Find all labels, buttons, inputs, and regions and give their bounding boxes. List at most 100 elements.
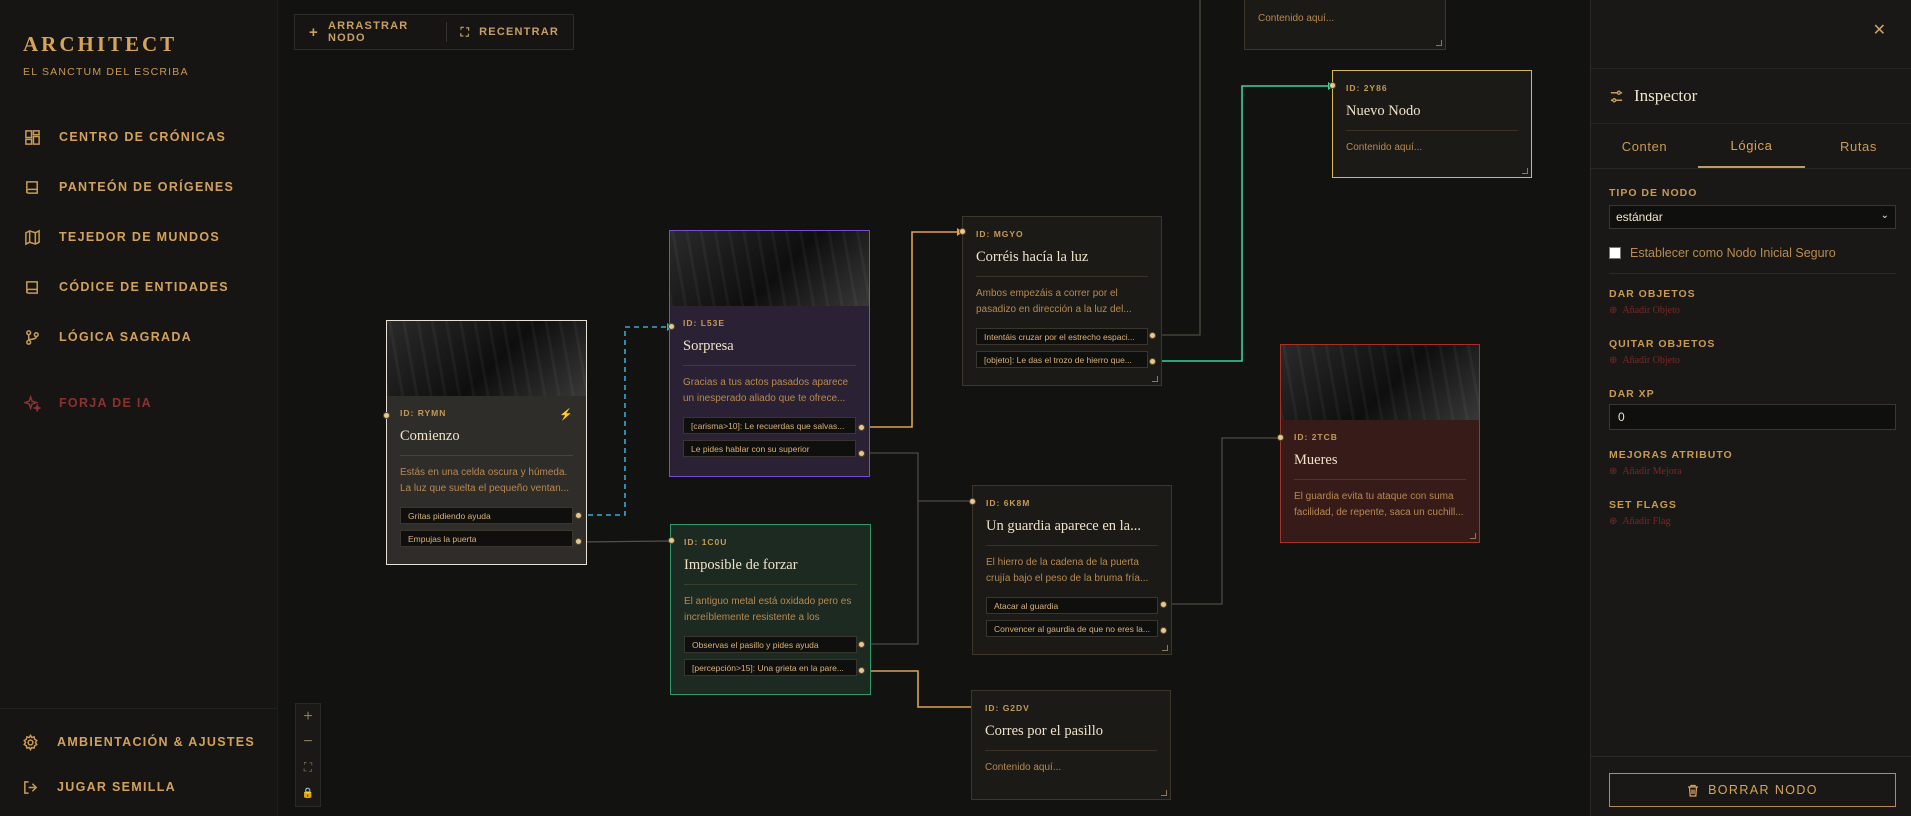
resize-handle[interactable] <box>1522 168 1528 174</box>
sidebar-item-jugar[interactable]: JUGAR SEMILLA <box>22 774 176 800</box>
sidebar-item-logica[interactable]: LÓGICA SAGRADA <box>24 324 192 350</box>
node-option[interactable]: [percepción>15]: Una grieta en la pare..… <box>684 659 857 676</box>
delete-node-button[interactable]: BORRAR NODO <box>1609 773 1896 807</box>
output-port[interactable] <box>575 512 582 519</box>
node-option[interactable]: Intentáis cruzar por el estrecho espaci.… <box>976 328 1148 345</box>
node-id: ID: L53E <box>683 318 726 328</box>
input-port[interactable] <box>959 228 966 235</box>
node-option[interactable]: Convencer al gaurdia de que no eres la..… <box>986 620 1158 637</box>
node-title: Nuevo Nodo <box>1346 103 1518 131</box>
node-id: ID: 2TCB <box>1294 432 1338 442</box>
output-port[interactable] <box>1160 627 1167 634</box>
resize-handle[interactable] <box>1161 790 1167 796</box>
exit-icon <box>24 780 38 794</box>
sidebar-item-tejedor[interactable]: TEJEDOR DE MUNDOS <box>24 224 220 250</box>
resize-handle[interactable] <box>1162 645 1168 651</box>
branch-icon <box>26 329 39 345</box>
node-id: ID: 6K8M <box>986 498 1031 508</box>
lock-button[interactable]: 🔒 <box>302 781 314 805</box>
zoom-out-button[interactable]: − <box>303 730 312 754</box>
node-text: Contenido aquí... <box>985 762 1062 773</box>
recenter-button[interactable]: ⛶ RECENTRAR <box>447 21 573 43</box>
input-port[interactable] <box>969 498 976 505</box>
add-remove-item-button[interactable]: ⊕ Añadir Objeto <box>1609 355 1680 366</box>
node-option[interactable]: Empujas la puerta <box>400 530 573 547</box>
add-label: Añadir Flag <box>1622 516 1671 527</box>
add-flag-button[interactable]: ⊕ Añadir Flag <box>1609 516 1670 527</box>
node-image <box>670 231 869 306</box>
node-option[interactable]: [objeto]: Le das el trozo de hierro que.… <box>976 351 1148 368</box>
output-port[interactable] <box>1149 358 1156 365</box>
xp-input[interactable]: 0 <box>1609 404 1896 430</box>
node-type-select[interactable]: estándar ⌄ <box>1609 205 1896 229</box>
plus-icon: + <box>309 23 319 41</box>
tab-rutas[interactable]: Rutas <box>1805 125 1911 168</box>
resize-handle[interactable] <box>1152 376 1158 382</box>
plus-circle-icon: ⊕ <box>1609 355 1618 366</box>
sidebar-item-panteon[interactable]: PANTEÓN DE ORÍGENES <box>24 174 234 200</box>
tab-contenido[interactable]: Conten <box>1591 125 1698 168</box>
add-attr-button[interactable]: ⊕ Añadir Mejora <box>1609 466 1682 477</box>
input-port[interactable] <box>383 412 390 419</box>
node-mgyo[interactable]: ID: MGYO Corréis hacía la luz Ambos empe… <box>962 216 1162 386</box>
node-text: Estás en una celda oscura y húmeda. La l… <box>400 467 570 494</box>
output-port[interactable] <box>1149 332 1156 339</box>
node-text: Ambos empezáis a correr por el pasadizo … <box>976 288 1132 315</box>
output-port[interactable] <box>858 424 865 431</box>
inspector-header: Inspector <box>1591 68 1911 124</box>
plus-circle-icon: ⊕ <box>1609 305 1618 316</box>
dashboard-icon <box>25 129 40 145</box>
input-port[interactable] <box>668 323 675 330</box>
drag-node-label: ARRASTRAR NODO <box>327 20 409 44</box>
node-1c0u[interactable]: ID: 1C0U Imposible de forzar El antiguo … <box>670 524 871 695</box>
node-id: ID: 1C0U <box>684 537 728 547</box>
book-icon <box>26 280 38 294</box>
add-label: Añadir Objeto <box>1622 355 1680 366</box>
node-top-stub[interactable]: Contenido aquí... <box>1244 0 1446 50</box>
node-option[interactable]: Gritas pidiendo ayuda <box>400 507 573 524</box>
tab-logica[interactable]: Lógica <box>1698 125 1805 168</box>
node-text: El hierro de la cadena de la puerta cruj… <box>986 557 1149 584</box>
magic-wand-icon[interactable]: ⚡ <box>559 408 573 421</box>
sidebar-item-forja[interactable]: FORJA DE IA <box>24 390 152 416</box>
node-l53e[interactable]: ID: L53E Sorpresa Gracias a tus actos pa… <box>669 230 870 477</box>
sidebar-item-label: PANTEÓN DE ORÍGENES <box>59 180 235 194</box>
add-give-item-button[interactable]: ⊕ Añadir Objeto <box>1609 305 1680 316</box>
drag-node-button[interactable]: + ARRASTRAR NODO <box>295 20 446 44</box>
input-port[interactable] <box>1329 82 1336 89</box>
resize-handle[interactable] <box>1436 40 1442 46</box>
node-option[interactable]: Atacar al guardia <box>986 597 1158 614</box>
sidebar-item-cronicas[interactable]: CENTRO DE CRÓNICAS <box>24 124 226 150</box>
zoom-in-button[interactable]: + <box>303 705 312 729</box>
node-2tcb[interactable]: ID: 2TCB Mueres El guardia evita tu ataq… <box>1280 344 1480 543</box>
node-rymn[interactable]: ID: RYMN ⚡ Comienzo Estás en una celda o… <box>386 320 587 565</box>
output-port[interactable] <box>575 538 582 545</box>
node-option[interactable]: Le pides hablar con su superior <box>683 440 856 457</box>
xp-label: DAR XP <box>1609 388 1655 400</box>
node-6k8m[interactable]: ID: 6K8M Un guardia aparece en la... El … <box>972 485 1172 655</box>
close-icon[interactable]: ✕ <box>1873 20 1886 40</box>
output-port[interactable] <box>858 450 865 457</box>
sidebar-footer-divider <box>0 708 278 709</box>
node-g2dv[interactable]: ID: G2DV Corres por el pasillo Contenido… <box>971 690 1171 800</box>
sidebar-item-ajustes[interactable]: AMBIENTACIÓN & AJUSTES <box>22 729 255 755</box>
node-title: Corréis hacía la luz <box>976 249 1148 277</box>
safe-start-checkbox[interactable] <box>1609 247 1621 259</box>
output-port[interactable] <box>858 641 865 648</box>
sidebar-item-label: TEJEDOR DE MUNDOS <box>59 230 221 244</box>
resize-handle[interactable] <box>1470 533 1476 539</box>
safe-start-toggle: Establecer como Nodo Inicial Seguro <box>1609 246 1836 260</box>
node-title: Un guardia aparece en la... <box>986 518 1158 546</box>
output-port[interactable] <box>1160 601 1167 608</box>
zoom-controls: + − ⛶ 🔒 <box>295 703 321 807</box>
inspector-tabs: Conten Lógica Rutas <box>1591 125 1911 169</box>
sidebar-item-codice[interactable]: CÓDICE DE ENTIDADES <box>24 274 229 300</box>
fit-view-button[interactable]: ⛶ <box>304 756 312 780</box>
input-port[interactable] <box>1277 434 1284 441</box>
output-port[interactable] <box>858 667 865 674</box>
node-option[interactable]: [carisma>10]: Le recuerdas que salvas... <box>683 417 856 434</box>
node-option[interactable]: Observas el pasillo y pides ayuda <box>684 636 857 653</box>
node-2y86[interactable]: ID: 2Y86 Nuevo Nodo Contenido aquí... <box>1332 70 1532 178</box>
input-port[interactable] <box>668 537 675 544</box>
section-divider <box>1609 273 1896 274</box>
